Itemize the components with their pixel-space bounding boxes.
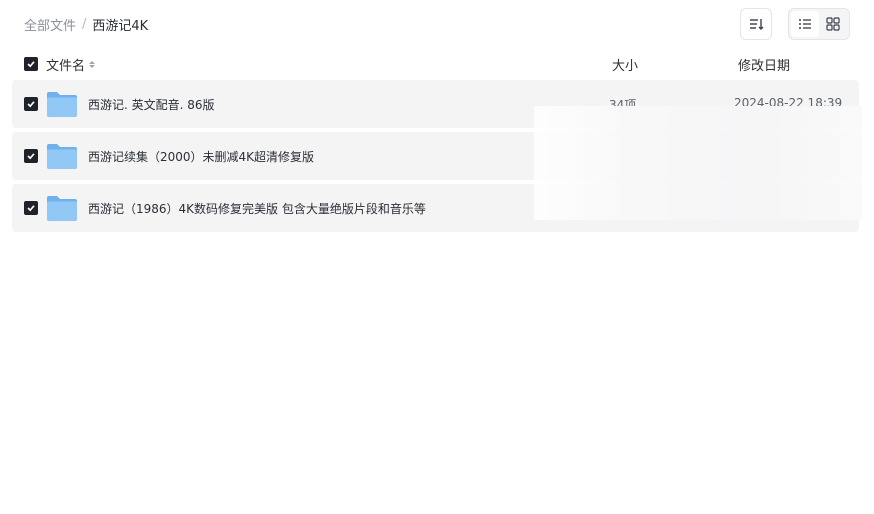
sort-arrows-icon — [89, 61, 96, 68]
folder-icon — [47, 144, 77, 169]
file-name: 西游记. 英文配音. 86版 — [88, 98, 215, 112]
grid-view-icon — [826, 17, 840, 31]
column-header-name-label: 文件名 — [46, 59, 86, 74]
sort-button[interactable] — [740, 8, 772, 40]
check-icon — [27, 153, 35, 160]
breadcrumb-root-link[interactable]: 全部文件 — [24, 15, 76, 34]
sort-lines-icon — [750, 19, 764, 30]
row-checkbox[interactable] — [24, 201, 38, 215]
column-header-name[interactable]: 文件名 — [46, 55, 96, 74]
column-header-date: 修改日期 — [738, 59, 791, 74]
list-view-icon — [799, 19, 811, 29]
column-header-size: 大小 — [612, 59, 639, 74]
row-checkbox[interactable] — [24, 149, 38, 163]
breadcrumb-current: 西游记4K — [92, 18, 149, 34]
check-icon — [27, 101, 35, 108]
list-view-button[interactable] — [791, 11, 819, 37]
folder-icon — [47, 92, 77, 117]
check-icon — [27, 61, 35, 68]
check-icon — [27, 205, 35, 212]
breadcrumb: 全部文件 / 西游记4K — [24, 14, 148, 34]
row-checkbox[interactable] — [24, 97, 38, 111]
folder-icon — [47, 196, 77, 221]
grid-view-button[interactable] — [819, 11, 847, 37]
table-header: 文件名 大小 修改日期 — [12, 52, 859, 76]
view-toggle — [788, 8, 850, 40]
file-name: 西游记续集（2000）未删减4K超清修复版 — [88, 150, 315, 164]
breadcrumb-separator: / — [82, 16, 87, 32]
select-all-checkbox[interactable] — [24, 57, 38, 71]
redaction-overlay — [534, 106, 862, 220]
file-name: 西游记（1986）4K数码修复完美版 包含大量绝版片段和音乐等 — [88, 202, 426, 216]
